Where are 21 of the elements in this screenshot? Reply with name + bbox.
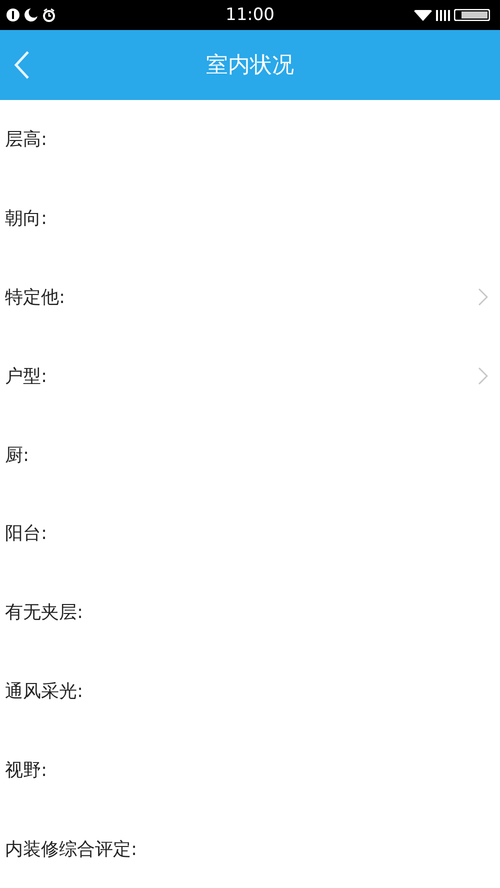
back-icon[interactable] [12, 50, 32, 80]
clock: 11:00 [224, 5, 276, 25]
alarm-clock-icon [42, 8, 56, 22]
chevron-right-icon[interactable] [478, 366, 488, 385]
field-label: 内装修综合评定: [5, 838, 138, 861]
field-label: 通风采光: [5, 680, 84, 703]
field-label: 户型: [5, 364, 48, 388]
field-label: 朝向: [5, 207, 48, 230]
info-icon [6, 8, 20, 22]
page-title: 室内状况 [205, 52, 295, 80]
chevron-right-icon[interactable] [478, 288, 488, 306]
field-label: 层高: [5, 128, 48, 152]
field-label: 有无夹层: [5, 601, 84, 624]
field-label: 厨: [5, 444, 30, 467]
wifi-icon [414, 10, 432, 20]
battery-icon [454, 9, 490, 21]
signal-icon [436, 10, 450, 20]
moon-icon [24, 8, 38, 22]
field-label: 特定他: [5, 286, 66, 309]
field-label: 视野: [5, 758, 48, 782]
field-label: 阳台: [5, 522, 48, 546]
